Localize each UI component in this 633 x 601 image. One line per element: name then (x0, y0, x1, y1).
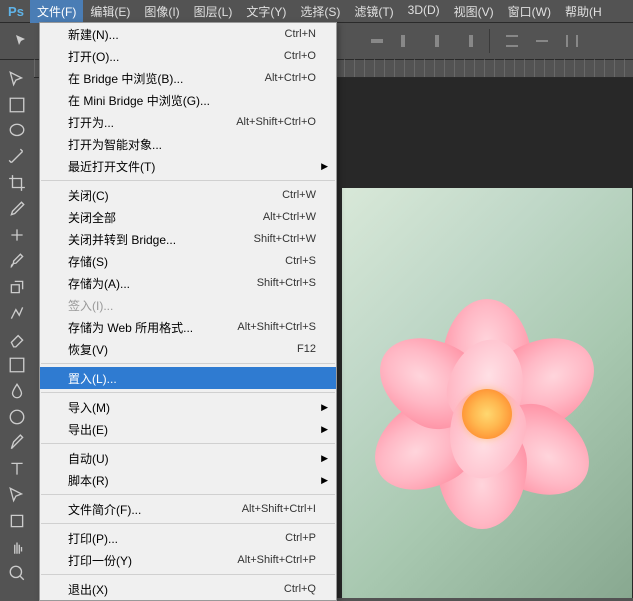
menu-1[interactable]: 编辑(E) (83, 0, 137, 23)
menu-item[interactable]: 退出(X)Ctrl+Q (40, 578, 336, 600)
menu-0[interactable]: 文件(F) (30, 0, 83, 23)
menu-item[interactable]: 打开为...Alt+Shift+Ctrl+O (40, 111, 336, 133)
path-tool[interactable] (5, 484, 29, 506)
hand-tool[interactable] (5, 536, 29, 558)
marquee-tool[interactable] (5, 94, 29, 116)
menu-item[interactable]: 新建(N)...Ctrl+N (40, 23, 336, 45)
menu-item: 签入(I)... (40, 294, 336, 316)
menu-item[interactable]: 关闭全部Alt+Ctrl+W (40, 206, 336, 228)
menu-item[interactable]: 关闭并转到 Bridge...Shift+Ctrl+W (40, 228, 336, 250)
brush-tool[interactable] (5, 250, 29, 272)
menu-item[interactable]: 自动(U)▶ (40, 447, 336, 469)
eraser-tool[interactable] (5, 328, 29, 350)
menu-item[interactable]: 打开为智能对象... (40, 133, 336, 155)
menubar: Ps 文件(F)编辑(E)图像(I)图层(L)文字(Y)选择(S)滤镜(T)3D… (0, 0, 633, 22)
menu-item[interactable]: 恢复(V)F12 (40, 338, 336, 360)
history-tool[interactable] (5, 302, 29, 324)
menu-5[interactable]: 选择(S) (293, 0, 347, 23)
document-image[interactable] (342, 188, 632, 598)
menu-item[interactable]: 关闭(C)Ctrl+W (40, 184, 336, 206)
distribute-icon[interactable] (530, 29, 554, 53)
align-icon[interactable] (365, 29, 389, 53)
gradient-tool[interactable] (5, 354, 29, 376)
menu-item[interactable]: 脚本(R)▶ (40, 469, 336, 491)
menu-7[interactable]: 3D(D) (401, 0, 447, 23)
magic-wand-tool[interactable] (5, 146, 29, 168)
distribute-icon[interactable] (560, 29, 584, 53)
blur-tool[interactable] (5, 380, 29, 402)
menu-3[interactable]: 图层(L) (187, 0, 240, 23)
menu-4[interactable]: 文字(Y) (239, 0, 293, 23)
menu-10[interactable]: 帮助(H (558, 0, 609, 23)
menu-item[interactable]: 打开(O)...Ctrl+O (40, 45, 336, 67)
ps-logo: Ps (2, 0, 30, 22)
menu-9[interactable]: 窗口(W) (501, 0, 558, 23)
crop-tool[interactable] (5, 172, 29, 194)
flower-graphic (377, 304, 597, 524)
menu-item[interactable]: 置入(L)... (40, 367, 336, 389)
menu-item[interactable]: 文件简介(F)...Alt+Shift+Ctrl+I (40, 498, 336, 520)
type-tool[interactable] (5, 458, 29, 480)
menu-8[interactable]: 视图(V) (447, 0, 501, 23)
menu-item[interactable]: 导出(E)▶ (40, 418, 336, 440)
align-icon[interactable] (395, 29, 419, 53)
menu-item[interactable]: 存储为(A)...Shift+Ctrl+S (40, 272, 336, 294)
move-tool-indicator[interactable] (10, 29, 34, 53)
clone-tool[interactable] (5, 276, 29, 298)
pen-tool[interactable] (5, 432, 29, 454)
menu-item[interactable]: 存储为 Web 所用格式...Alt+Shift+Ctrl+S (40, 316, 336, 338)
menu-item[interactable]: 打印一份(Y)Alt+Shift+Ctrl+P (40, 549, 336, 571)
move-tool[interactable] (5, 68, 29, 90)
lasso-tool[interactable] (5, 120, 29, 142)
distribute-icon[interactable] (500, 29, 524, 53)
rectangle-tool[interactable] (5, 510, 29, 532)
menu-2[interactable]: 图像(I) (137, 0, 186, 23)
eyedropper-tool[interactable] (5, 198, 29, 220)
menu-item[interactable]: 打印(P)...Ctrl+P (40, 527, 336, 549)
zoom-tool[interactable] (5, 562, 29, 584)
dodge-tool[interactable] (5, 406, 29, 428)
file-menu-dropdown: 新建(N)...Ctrl+N打开(O)...Ctrl+O在 Bridge 中浏览… (39, 22, 337, 601)
toolbar (0, 60, 34, 584)
healing-tool[interactable] (5, 224, 29, 246)
align-icon[interactable] (455, 29, 479, 53)
menu-item[interactable]: 存储(S)Ctrl+S (40, 250, 336, 272)
menu-item[interactable]: 导入(M)▶ (40, 396, 336, 418)
menu-6[interactable]: 滤镜(T) (347, 0, 400, 23)
menu-item[interactable]: 最近打开文件(T)▶ (40, 155, 336, 177)
menu-item[interactable]: 在 Mini Bridge 中浏览(G)... (40, 89, 336, 111)
menu-item[interactable]: 在 Bridge 中浏览(B)...Alt+Ctrl+O (40, 67, 336, 89)
align-icon[interactable] (425, 29, 449, 53)
